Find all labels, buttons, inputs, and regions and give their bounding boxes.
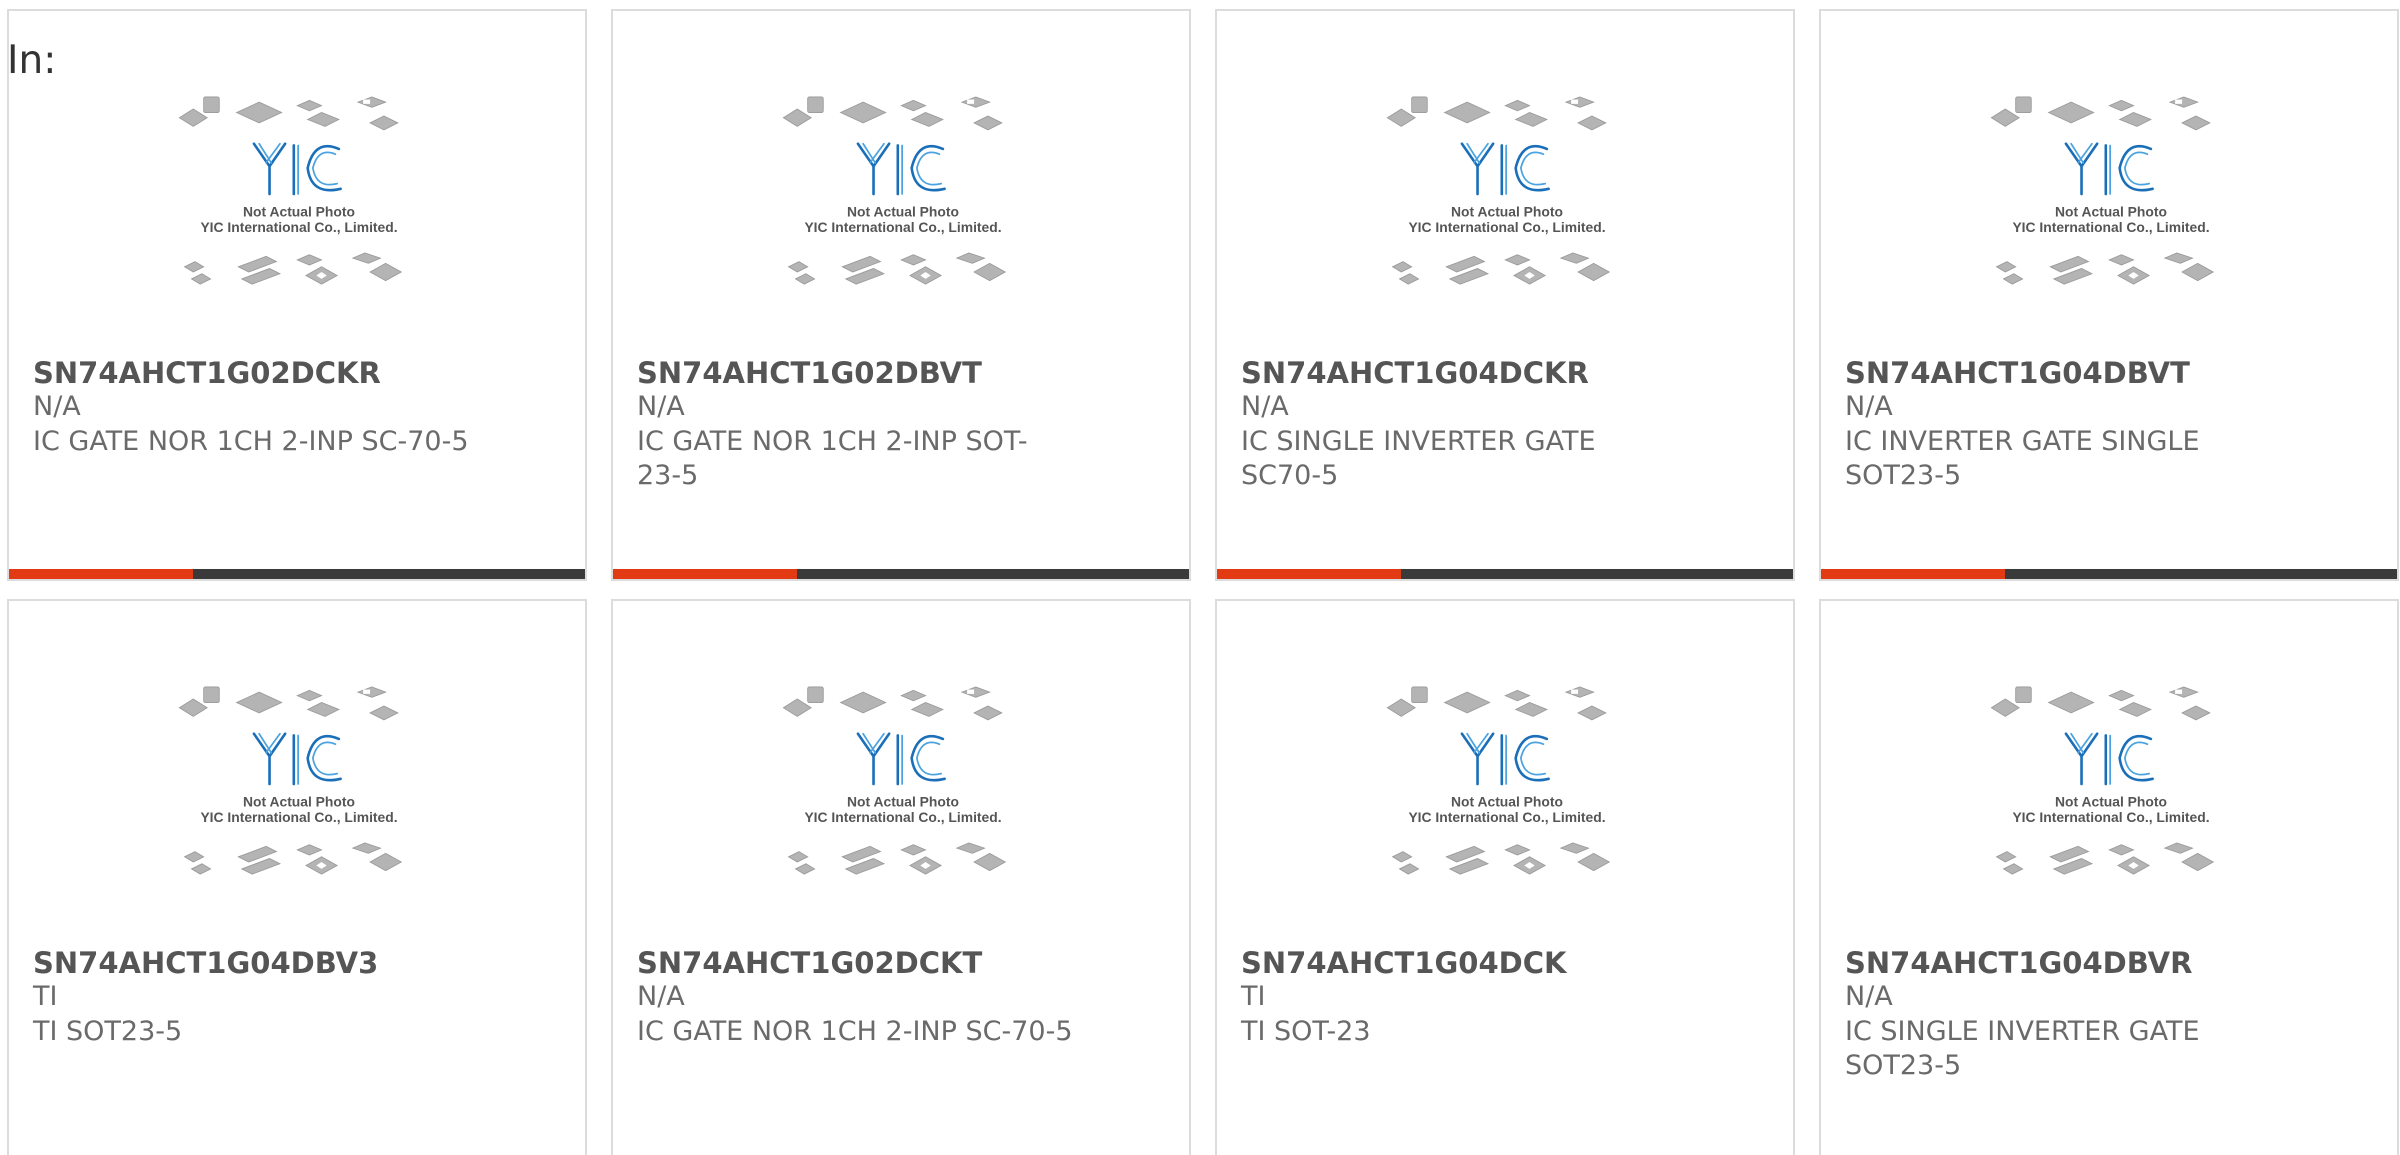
bar-accent <box>613 569 797 579</box>
manufacturer: N/A <box>1845 391 1893 422</box>
card-bottom-bar <box>1821 569 2397 579</box>
description: TI SOT23-5 <box>33 1016 183 1047</box>
product-card[interactable]: SN74AHCT1G04DCKR N/A IC SINGLE INVERTER … <box>1215 9 1795 581</box>
part-number[interactable]: SN74AHCT1G04DBVR <box>1845 946 2192 980</box>
description: IC SINGLE INVERTER GATE SOT23-5 <box>1845 1016 2200 1081</box>
part-number[interactable]: SN74AHCT1G02DCKR <box>33 356 381 390</box>
part-number[interactable]: SN74AHCT1G04DBV3 <box>33 946 378 980</box>
bar-accent <box>9 569 193 579</box>
description: IC INVERTER GATE SINGLE SOT23-5 <box>1845 426 2200 491</box>
part-number[interactable]: SN74AHCT1G04DCK <box>1241 946 1566 980</box>
manufacturer: N/A <box>33 391 81 422</box>
product-grid-page: In: SN74AHCT1G02DCKR N/A IC GATE NOR 1CH… <box>0 0 2400 1155</box>
product-photo-placeholder <box>1821 93 2399 355</box>
product-photo-placeholder <box>9 683 587 945</box>
card-bottom-bar <box>1217 569 1793 579</box>
product-photo-placeholder <box>1217 93 1795 355</box>
description: TI SOT-23 <box>1241 1016 1371 1047</box>
part-number[interactable]: SN74AHCT1G02DCKT <box>637 946 982 980</box>
product-card[interactable]: SN74AHCT1G04DCK TI TI SOT-23 <box>1215 599 1795 1155</box>
description: IC GATE NOR 1CH 2-INP SC-70-5 <box>637 1016 1073 1047</box>
product-card[interactable]: SN74AHCT1G04DBVR N/A IC SINGLE INVERTER … <box>1819 599 2399 1155</box>
product-photo-placeholder <box>9 93 587 355</box>
product-card[interactable]: SN74AHCT1G02DBVT N/A IC GATE NOR 1CH 2-I… <box>611 9 1191 581</box>
product-photo-placeholder <box>613 683 1191 945</box>
bar-accent <box>1217 569 1401 579</box>
product-card[interactable]: SN74AHCT1G04DBV3 TI TI SOT23-5 <box>7 599 587 1155</box>
part-number[interactable]: SN74AHCT1G04DBVT <box>1845 356 2190 390</box>
manufacturer: N/A <box>1241 391 1289 422</box>
manufacturer: N/A <box>637 981 685 1012</box>
description: IC SINGLE INVERTER GATE SC70-5 <box>1241 426 1596 491</box>
description: IC GATE NOR 1CH 2-INP SC-70-5 <box>33 426 469 457</box>
manufacturer: TI <box>1241 981 1266 1012</box>
manufacturer: TI <box>33 981 58 1012</box>
part-number[interactable]: SN74AHCT1G04DCKR <box>1241 356 1589 390</box>
product-photo-placeholder <box>1217 683 1795 945</box>
bar-accent <box>1821 569 2005 579</box>
product-card[interactable]: SN74AHCT1G02DCKR N/A IC GATE NOR 1CH 2-I… <box>7 9 587 581</box>
card-bottom-bar <box>9 569 585 579</box>
product-photo-placeholder <box>1821 683 2399 945</box>
card-bottom-bar <box>613 569 1189 579</box>
product-photo-placeholder <box>613 93 1191 355</box>
description: IC GATE NOR 1CH 2-INP SOT-23-5 <box>637 426 1028 491</box>
product-card[interactable]: SN74AHCT1G02DCKT N/A IC GATE NOR 1CH 2-I… <box>611 599 1191 1155</box>
manufacturer: N/A <box>1845 981 1893 1012</box>
in-label: In: <box>7 38 57 83</box>
manufacturer: N/A <box>637 391 685 422</box>
product-card[interactable]: SN74AHCT1G04DBVT N/A IC INVERTER GATE SI… <box>1819 9 2399 581</box>
part-number[interactable]: SN74AHCT1G02DBVT <box>637 356 982 390</box>
